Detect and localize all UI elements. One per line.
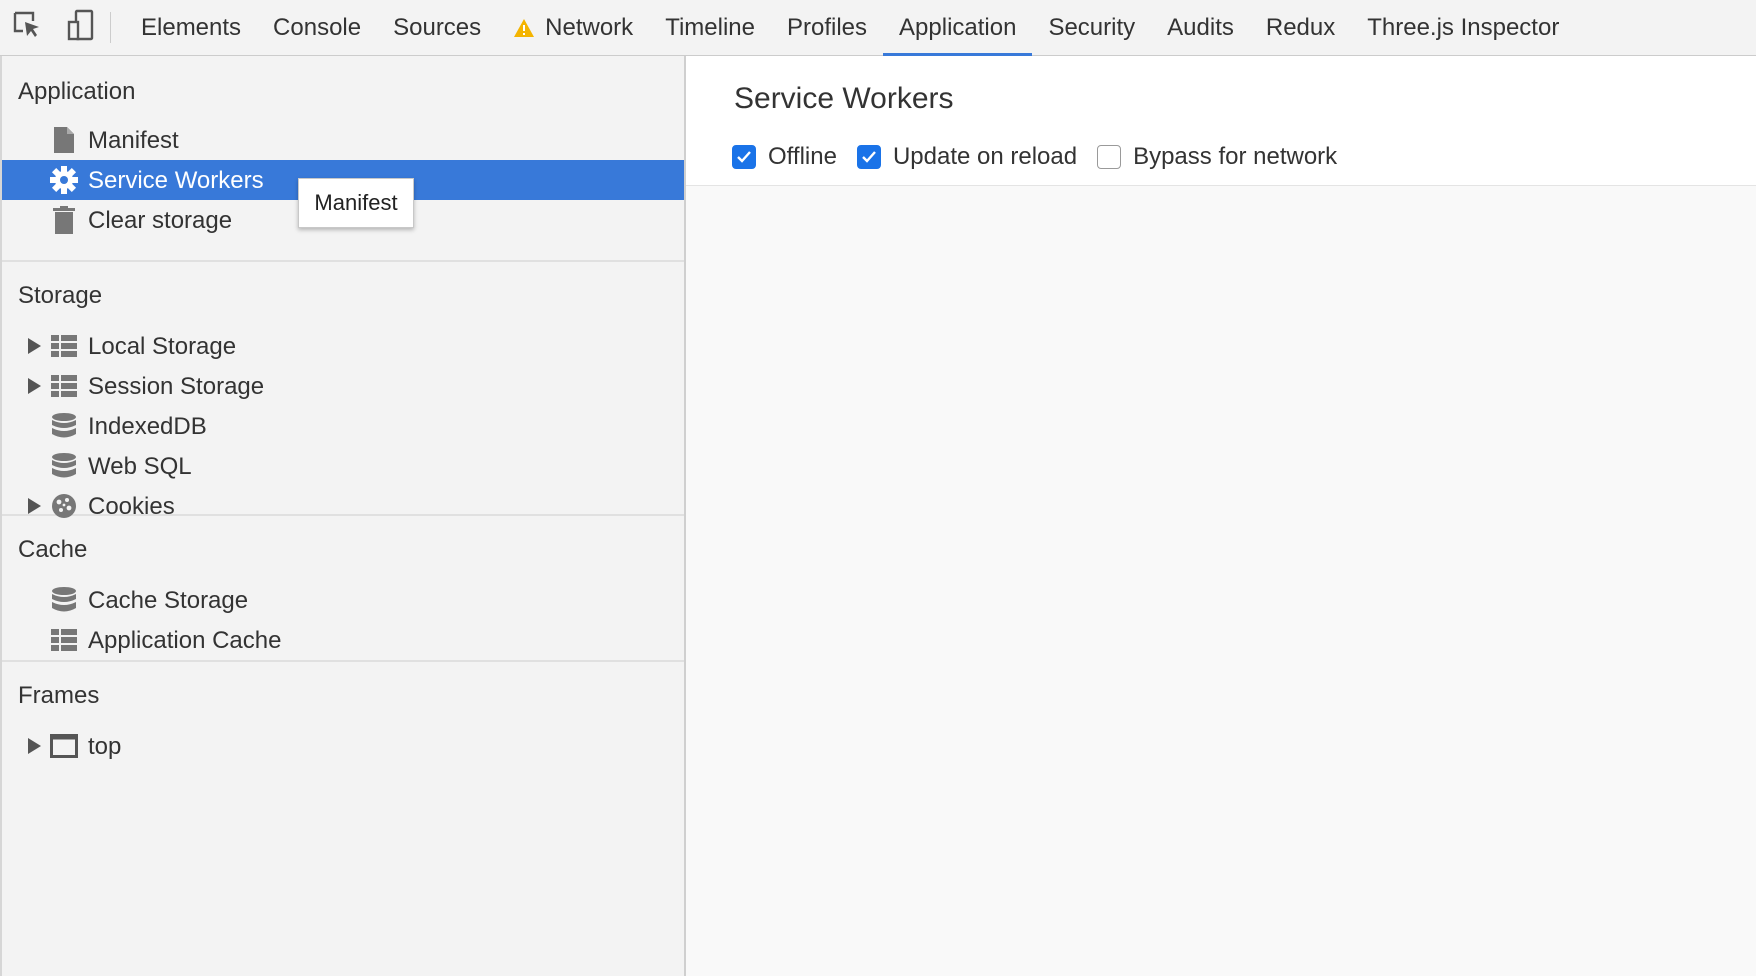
update-on-reload-checkbox[interactable] — [856, 145, 881, 169]
tab-label: Profiles — [787, 13, 868, 41]
panel-content — [686, 186, 1756, 976]
service-worker-options: Offline Update on reload Bypass for netw… — [732, 132, 1756, 182]
gear-icon — [50, 166, 78, 194]
tooltip: Manifest — [298, 178, 414, 228]
tooltip-text: Manifest — [314, 190, 398, 215]
bypass-for-network-checkbox[interactable] — [1097, 145, 1122, 169]
tab-application[interactable]: Application — [883, 0, 1033, 56]
tab-timeline[interactable]: Timeline — [649, 0, 771, 55]
service-workers-panel: Service Workers Offline Update on reload… — [686, 56, 1756, 976]
inspect-element-icon — [12, 10, 42, 45]
tab-label: Elements — [141, 13, 242, 41]
devtools-toolbar: Elements Console Sources Network Timelin… — [0, 0, 1756, 56]
option-label: Bypass for network — [1133, 143, 1338, 170]
page-title: Service Workers — [734, 82, 954, 115]
sidebar-section-storage: Storage Local Storage Session Storage In… — [2, 262, 684, 520]
document-icon — [50, 126, 78, 154]
tab-label: Application — [899, 13, 1017, 41]
expand-arrow-icon[interactable] — [28, 338, 41, 354]
sidebar-item-label: Web SQL — [88, 453, 192, 480]
inspect-element-button[interactable] — [0, 0, 54, 55]
sidebar-item-web-sql[interactable]: Web SQL — [2, 446, 684, 486]
sidebar-item-application-cache[interactable]: Application Cache — [2, 620, 684, 660]
section-title: Storage — [18, 282, 103, 309]
expand-arrow-icon[interactable] — [28, 378, 41, 394]
checkmark-icon — [862, 151, 876, 163]
tab-network[interactable]: Network — [497, 0, 649, 55]
tab-label: Timeline — [665, 13, 755, 41]
option-label: Update on reload — [892, 143, 1078, 170]
sidebar-item-label: Cookies — [88, 493, 175, 520]
sidebar-section-frames: Frames top — [2, 662, 684, 780]
cookie-icon — [50, 492, 78, 520]
tab-label: Redux — [1265, 13, 1336, 41]
offline-checkbox[interactable] — [732, 145, 756, 169]
database-icon — [50, 412, 78, 440]
database-icon — [50, 586, 78, 614]
sidebar-item-label: Service Workers — [88, 167, 264, 194]
sidebar-item-local-storage[interactable]: Local Storage — [2, 326, 684, 366]
tab-redux[interactable]: Redux — [1250, 0, 1351, 55]
device-mode-button[interactable] — [54, 0, 108, 55]
section-title: Application — [18, 78, 136, 105]
toolbar-separator — [110, 12, 111, 43]
warning-icon — [513, 18, 535, 38]
table-icon — [50, 332, 78, 360]
tab-threejs-inspector[interactable]: Three.js Inspector — [1351, 0, 1575, 55]
database-icon — [50, 452, 78, 480]
tab-elements[interactable]: Elements — [125, 0, 257, 55]
sidebar-item-cookies[interactable]: Cookies — [2, 486, 684, 526]
sidebar-section-cache: Cache Cache Storage Application Cache — [2, 516, 684, 662]
sidebar-item-cache-storage[interactable]: Cache Storage — [2, 580, 684, 620]
tab-security[interactable]: Security — [1032, 0, 1151, 55]
section-title: Frames — [18, 682, 100, 709]
sidebar-item-manifest[interactable]: Manifest — [2, 120, 684, 160]
tab-label: Three.js Inspector — [1367, 13, 1560, 41]
checkmark-icon — [737, 151, 751, 163]
sidebar-item-session-storage[interactable]: Session Storage — [2, 366, 684, 406]
tab-label: Console — [273, 13, 362, 41]
table-icon — [50, 372, 78, 400]
device-mode-icon — [66, 9, 96, 46]
sidebar-section-application: Application Manifest Service Workers Cle… — [2, 56, 684, 262]
trash-icon — [50, 206, 78, 234]
tab-console[interactable]: Console — [257, 0, 377, 55]
panel-header: Service Workers Offline Update on reload… — [686, 56, 1756, 186]
sidebar-item-label: Local Storage — [88, 333, 237, 360]
sidebar-item-indexeddb[interactable]: IndexedDB — [2, 406, 684, 446]
frame-icon — [50, 732, 78, 760]
tab-label: Sources — [393, 13, 482, 41]
sidebar-item-label: top — [88, 733, 122, 760]
sidebar-item-label: Application Cache — [88, 627, 282, 654]
sidebar-item-label: IndexedDB — [88, 413, 207, 440]
expand-arrow-icon[interactable] — [28, 498, 41, 514]
sidebar-item-label: Manifest — [88, 127, 179, 154]
tab-audits[interactable]: Audits — [1151, 0, 1250, 55]
sidebar-item-label: Session Storage — [88, 373, 265, 400]
bypass-for-network-option[interactable]: Bypass for network — [1097, 143, 1337, 171]
sidebar-item-frame-top[interactable]: top — [2, 726, 684, 766]
option-label: Offline — [768, 143, 837, 170]
tab-profiles[interactable]: Profiles — [771, 0, 883, 55]
tab-label: Security — [1048, 13, 1136, 41]
table-icon — [50, 626, 78, 654]
update-on-reload-option[interactable]: Update on reload — [856, 143, 1078, 171]
expand-arrow-icon[interactable] — [28, 738, 41, 754]
sidebar-item-label: Cache Storage — [88, 587, 249, 614]
offline-option[interactable]: Offline — [732, 143, 837, 171]
tab-label: Network — [545, 13, 634, 41]
tab-sources[interactable]: Sources — [377, 0, 497, 55]
sidebar-item-label: Clear storage — [88, 207, 233, 234]
tab-label: Audits — [1167, 13, 1234, 41]
